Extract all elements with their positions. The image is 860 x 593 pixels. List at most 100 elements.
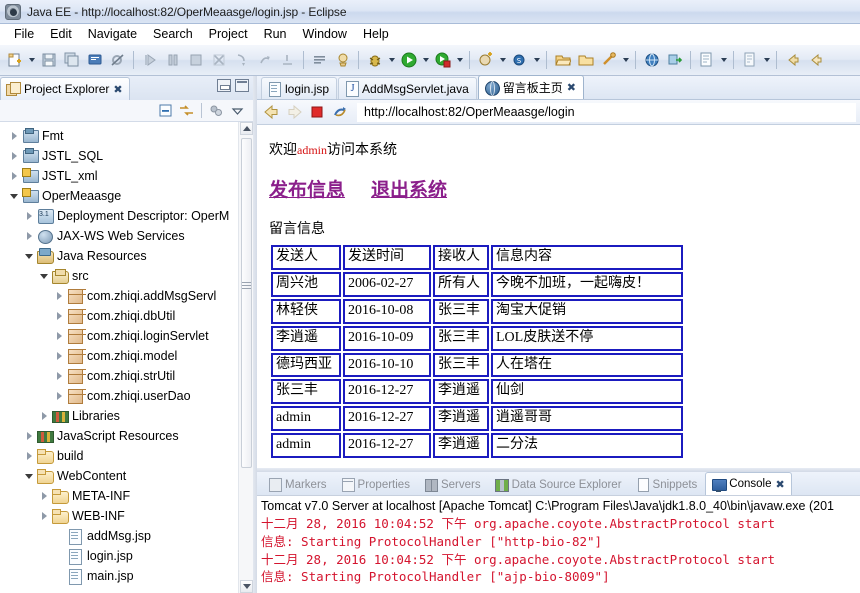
tree-collapse-arrow-icon[interactable]: [21, 232, 37, 240]
run-button[interactable]: [398, 49, 419, 71]
menu-edit[interactable]: Edit: [42, 26, 80, 43]
step-return-button[interactable]: [277, 49, 298, 71]
menu-navigate[interactable]: Navigate: [80, 26, 145, 43]
scroll-up-arrow-icon[interactable]: [240, 122, 253, 135]
link-wrench-button[interactable]: [598, 49, 619, 71]
minimize-view-button[interactable]: [217, 79, 231, 92]
new-jsp-dropdown[interactable]: [718, 49, 729, 71]
link-wrench-dropdown[interactable]: [620, 49, 631, 71]
tab-console[interactable]: Console ✖: [705, 472, 792, 495]
browser-back-button[interactable]: [261, 102, 281, 122]
tree-item[interactable]: Deployment Descriptor: OperM: [0, 206, 238, 226]
view-menu-button[interactable]: [228, 102, 247, 120]
new-annotation-dropdown[interactable]: [531, 49, 542, 71]
save-all-button[interactable]: [61, 49, 82, 71]
tree-item[interactable]: Fmt: [0, 126, 238, 146]
maximize-view-button[interactable]: [235, 79, 249, 92]
tree-collapse-arrow-icon[interactable]: [36, 492, 52, 500]
new-wizard-button[interactable]: [4, 49, 25, 71]
focus-icon[interactable]: [207, 102, 226, 120]
tree-item[interactable]: login.jsp: [0, 546, 238, 566]
tree-item[interactable]: src: [0, 266, 238, 286]
publish-message-link[interactable]: 发布信息: [269, 175, 345, 202]
skip-breakpoints-button[interactable]: [107, 49, 128, 71]
collapse-all-button[interactable]: [156, 102, 175, 120]
tree-item[interactable]: main.jsp: [0, 566, 238, 586]
project-tree[interactable]: Fmt JSTL_SQL JSTL_xml OperMeaasge Deployment…: [0, 122, 238, 593]
resume-button[interactable]: [139, 49, 160, 71]
tree-item[interactable]: JAX-WS Web Services: [0, 226, 238, 246]
tree-item[interactable]: com.zhiqi.dbUtil: [0, 306, 238, 326]
menu-project[interactable]: Project: [201, 26, 256, 43]
tree-item[interactable]: JSTL_SQL: [0, 146, 238, 166]
tree-item[interactable]: com.zhiqi.strUtil: [0, 366, 238, 386]
browser-url-input[interactable]: http://localhost:82/OperMeaasge/login: [357, 102, 856, 122]
tree-item[interactable]: com.zhiqi.addMsgServl: [0, 286, 238, 306]
forward-button[interactable]: [805, 49, 826, 71]
tab-servers[interactable]: Servers: [418, 474, 487, 495]
scroll-down-arrow-icon[interactable]: [240, 580, 253, 593]
tree-item[interactable]: JavaScript Resources: [0, 426, 238, 446]
tab-properties[interactable]: Properties: [335, 474, 416, 495]
tree-item[interactable]: Libraries: [0, 406, 238, 426]
suspend-button[interactable]: [162, 49, 183, 71]
external-tools-dropdown[interactable]: [454, 49, 465, 71]
new-wizard-dropdown[interactable]: [26, 49, 37, 71]
close-icon[interactable]: ✖: [776, 478, 785, 491]
tree-collapse-arrow-icon[interactable]: [36, 412, 52, 420]
tab-addmsgservlet-java[interactable]: AddMsgServlet.java: [338, 77, 477, 99]
tree-expand-arrow-icon[interactable]: [21, 474, 37, 479]
tree-expand-arrow-icon[interactable]: [36, 274, 52, 279]
tree-collapse-arrow-icon[interactable]: [51, 292, 67, 300]
tree-expand-arrow-icon[interactable]: [21, 254, 37, 259]
menu-search[interactable]: Search: [145, 26, 201, 43]
tab-snippets[interactable]: Snippets: [630, 474, 704, 495]
menu-file[interactable]: File: [6, 26, 42, 43]
tree-collapse-arrow-icon[interactable]: [51, 372, 67, 380]
new-annotation-button[interactable]: S: [509, 49, 530, 71]
back-button[interactable]: [782, 49, 803, 71]
tree-item[interactable]: OperMeaasge: [0, 186, 238, 206]
step-into-button[interactable]: [231, 49, 252, 71]
save-button[interactable]: [38, 49, 59, 71]
tree-collapse-arrow-icon[interactable]: [51, 332, 67, 340]
browser-forward-button[interactable]: [284, 102, 304, 122]
project-tree-scrollbar[interactable]: [238, 122, 253, 593]
external-tools-button[interactable]: [432, 49, 453, 71]
globe-button[interactable]: [641, 49, 662, 71]
browser-stop-button[interactable]: [307, 102, 327, 122]
new-xml-dropdown[interactable]: [761, 49, 772, 71]
browser-refresh-button[interactable]: [330, 102, 350, 122]
tree-item[interactable]: Java Resources: [0, 246, 238, 266]
tree-item[interactable]: com.zhiqi.userDao: [0, 386, 238, 406]
menu-run[interactable]: Run: [256, 26, 295, 43]
run-dropdown[interactable]: [420, 49, 431, 71]
link-editor-button[interactable]: [177, 102, 196, 120]
menu-window[interactable]: Window: [295, 26, 355, 43]
tree-item[interactable]: com.zhiqi.model: [0, 346, 238, 366]
scrollbar-thumb[interactable]: [241, 138, 252, 468]
deploy-button[interactable]: [664, 49, 685, 71]
new-xml-button[interactable]: [739, 49, 760, 71]
tree-collapse-arrow-icon[interactable]: [6, 132, 22, 140]
new-jsp-button[interactable]: [696, 49, 717, 71]
new-class-button[interactable]: [475, 49, 496, 71]
tree-collapse-arrow-icon[interactable]: [21, 212, 37, 220]
close-icon[interactable]: ✖: [113, 83, 122, 96]
tab-data-source-explorer[interactable]: Data Source Explorer: [489, 474, 628, 495]
open-type-button[interactable]: [332, 49, 353, 71]
tree-item[interactable]: META-INF: [0, 486, 238, 506]
tree-collapse-arrow-icon[interactable]: [21, 432, 37, 440]
disconnect-button[interactable]: [208, 49, 229, 71]
tree-item[interactable]: JSTL_xml: [0, 166, 238, 186]
console-output[interactable]: Tomcat v7.0 Server at localhost [Apache …: [257, 495, 860, 593]
tree-item[interactable]: build: [0, 446, 238, 466]
tree-collapse-arrow-icon[interactable]: [36, 512, 52, 520]
open-perspective-button[interactable]: [575, 49, 596, 71]
console-view-button[interactable]: [84, 49, 105, 71]
task-list-button[interactable]: [309, 49, 330, 71]
debug-dropdown[interactable]: [386, 49, 397, 71]
open-folder-button[interactable]: [552, 49, 573, 71]
terminate-button[interactable]: [185, 49, 206, 71]
tree-item[interactable]: WEB-INF: [0, 506, 238, 526]
